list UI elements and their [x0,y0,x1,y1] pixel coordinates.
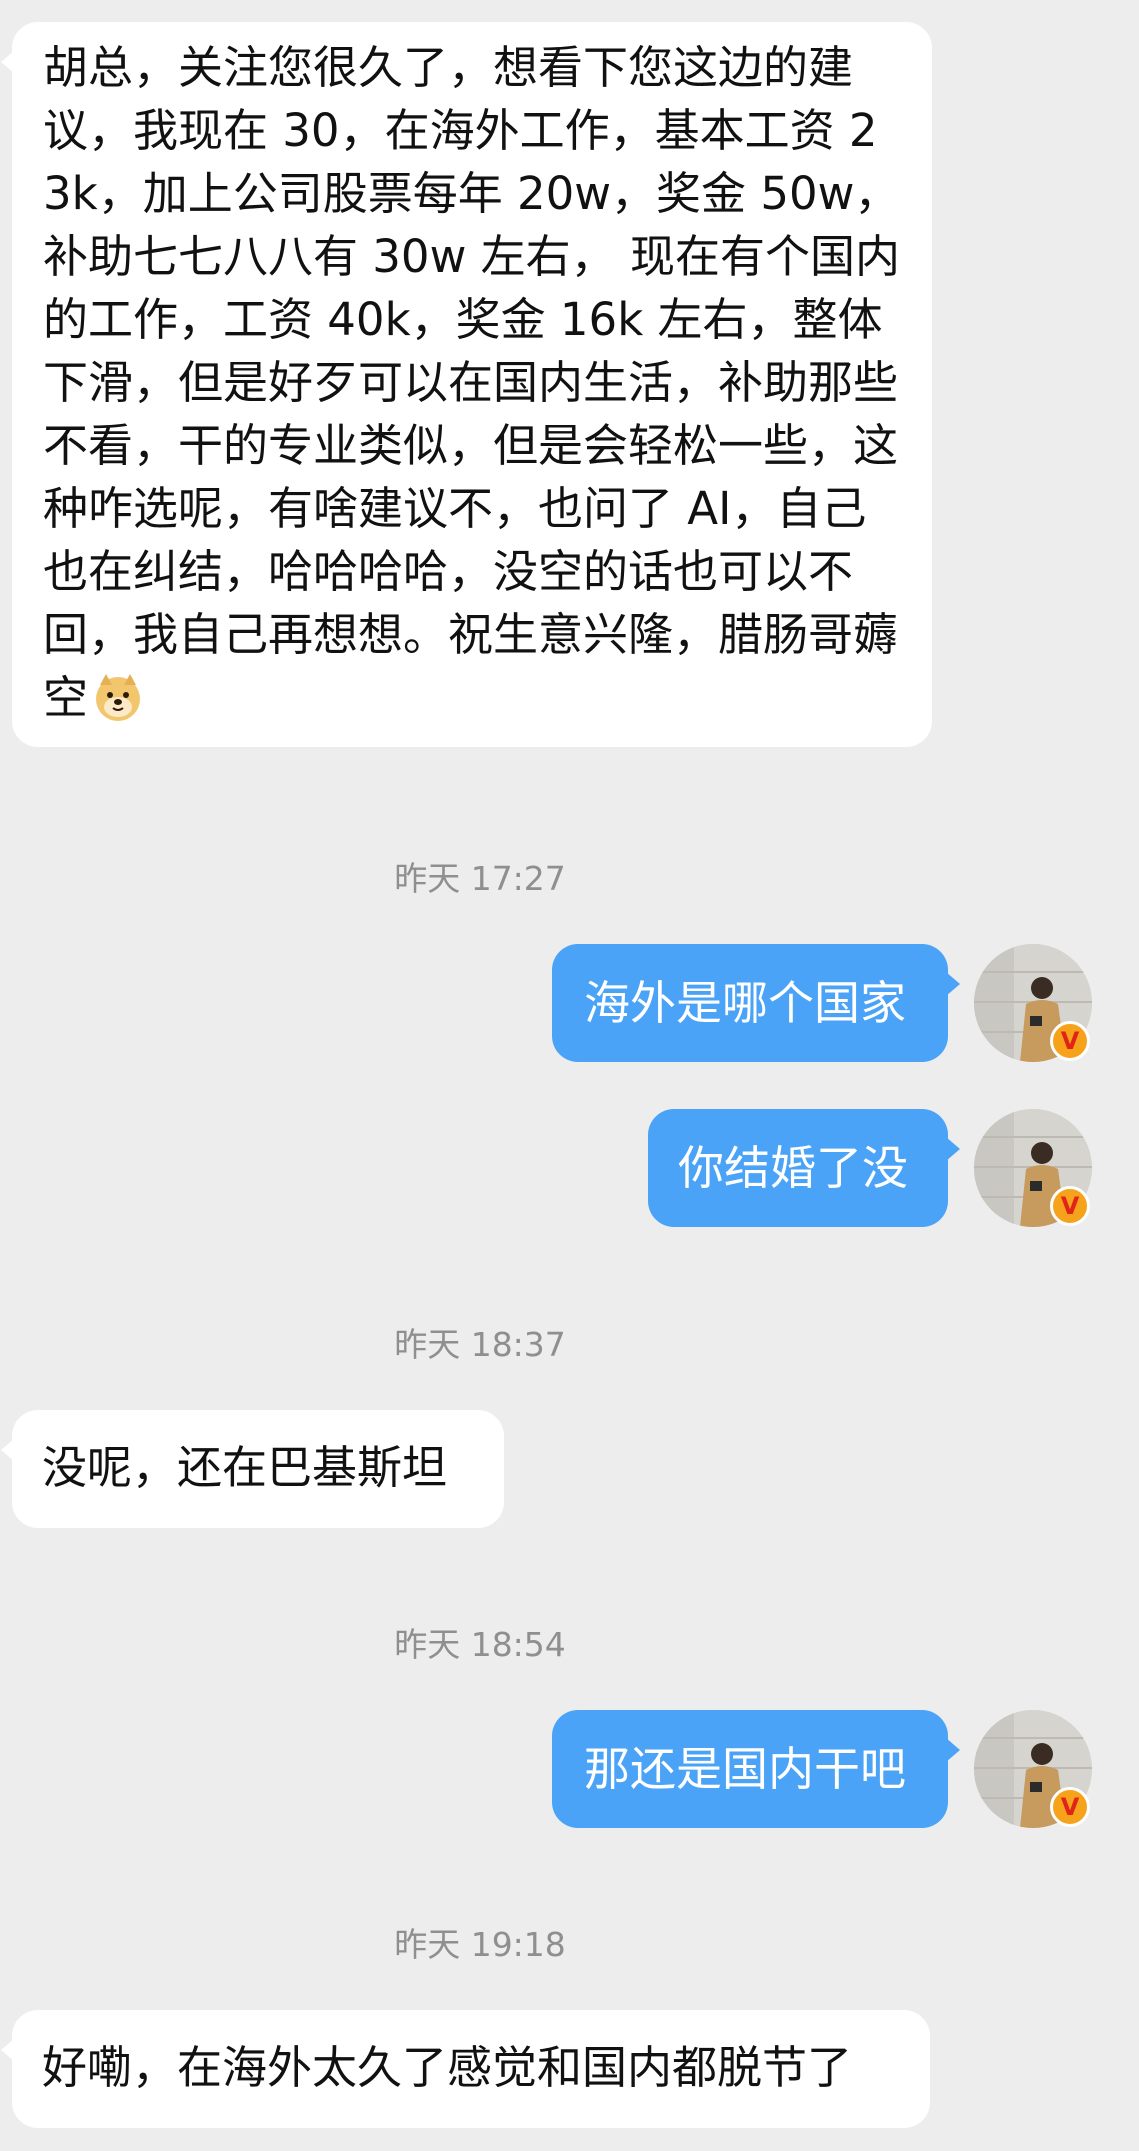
timestamp: 昨天 19:18 [394,1925,566,1964]
message-text: 那还是国内干吧 [584,1742,906,1796]
verified-badge-icon: V [1050,1021,1090,1061]
timestamp: 昨天 18:54 [394,1625,566,1664]
timestamp: 昨天 18:37 [394,1325,566,1364]
verified-badge-icon: V [1050,1186,1090,1226]
timestamp: 昨天 17:27 [394,859,566,898]
outgoing-message-bubble[interactable]: 那还是国内干吧 [552,1710,960,1828]
message-text: 好嘞，在海外太久了感觉和国内都脱节了 [42,2041,853,2094]
message-text: 没呢，还在巴基斯坦 [42,1441,448,1494]
verified-badge-icon: V [1050,1787,1090,1827]
message-text: 海外是哪个国家 [584,976,906,1030]
outgoing-message-bubble[interactable]: 海外是哪个国家 [552,944,960,1062]
message-text: 你结婚了没 [678,1141,908,1195]
outgoing-message-bubble[interactable]: 你结婚了没 [648,1109,960,1227]
message-text: 胡总，关注您很久了，想看下您这边的建议，我现在 30，在海外工作，基本工资 23… [43,41,900,724]
incoming-message-bubble[interactable]: 没呢，还在巴基斯坦 [1,1410,504,1528]
chat-area: 胡总，关注您很久了，想看下您这边的建议，我现在 30，在海外工作，基本工资 23… [0,0,1139,2151]
doge-emoji-icon [92,671,144,723]
incoming-message-bubble[interactable]: 胡总，关注您很久了，想看下您这边的建议，我现在 30，在海外工作，基本工资 23… [1,22,932,747]
incoming-message-bubble[interactable]: 好嘞，在海外太久了感觉和国内都脱节了 [1,2010,930,2128]
